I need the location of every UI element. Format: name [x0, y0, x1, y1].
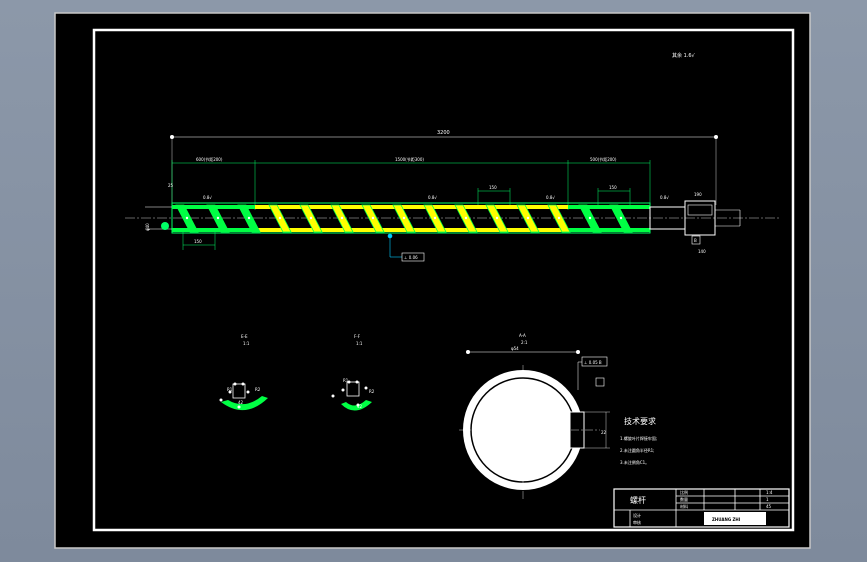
- flight-center-mark: [216, 216, 220, 220]
- cad-drawing-canvas: 其余 1.6√ 3200 600(节距200) 1500(节距300) 500(…: [54, 12, 811, 549]
- geom-tol-mid: ⊥ 0.06: [404, 255, 418, 260]
- title-row-label-2: 数量: [680, 496, 688, 502]
- roughness-left: 0.8√: [203, 195, 212, 200]
- flight-center-mark: [433, 216, 437, 220]
- pitch-right-label: 150: [609, 185, 617, 190]
- section-ff-title: F-F: [354, 334, 361, 339]
- section-ff-42: 42: [357, 404, 363, 409]
- tech-req-item-1: 1.螺旋叶片焊接牢固;: [620, 435, 657, 441]
- section-aa-title: A-A: [519, 333, 526, 338]
- shaft-dim-left: φ40: [145, 223, 150, 231]
- title-checker: 审核: [633, 519, 641, 525]
- title-row-value-1: 1:4: [766, 490, 773, 495]
- section-middle-label: 1500(节距300): [395, 157, 424, 162]
- section-left-label: 600(节距200): [196, 157, 223, 162]
- tech-req-item-3: 3.未注倒角C1。: [620, 459, 649, 465]
- tech-req-title: 技术要求: [624, 416, 656, 426]
- overall-length-label: 3200: [437, 130, 450, 136]
- dim-150-bottom: 150: [194, 239, 202, 244]
- flight-center-mark: [557, 216, 561, 220]
- section-ee-r2: R2: [255, 387, 261, 392]
- section-aa-dia: φ54: [511, 346, 519, 351]
- pitch-mid-label: 150: [489, 185, 497, 190]
- flight-center-mark: [278, 216, 282, 220]
- flight-center-mark: [185, 216, 189, 220]
- flight-center-mark: [619, 216, 623, 220]
- title-row-label-1: 比例: [680, 489, 688, 495]
- section-aa-tol: ⊥ 0.05 B: [584, 360, 602, 365]
- flight-center-mark: [402, 216, 406, 220]
- flight-center-mark: [371, 216, 375, 220]
- title-row-value-3: 45: [766, 504, 772, 509]
- dim-140-right: 140: [698, 249, 706, 254]
- section-ff-r2: R2: [369, 389, 375, 394]
- roughness-mid: 0.8√: [428, 195, 437, 200]
- section-aa-scale: 2:1: [521, 340, 528, 345]
- flight-center-mark: [247, 216, 251, 220]
- dim-left-small: 25: [168, 183, 174, 188]
- flight-center-mark: [495, 216, 499, 220]
- datum-b: B: [694, 238, 697, 243]
- flight-center-mark: [464, 216, 468, 220]
- flight-center-mark: [340, 216, 344, 220]
- title-part-name: 螺杆: [630, 495, 646, 505]
- roughness-right: 0.8√: [546, 195, 555, 200]
- flight-center-mark: [526, 216, 530, 220]
- section-ee-title: E-E: [241, 334, 248, 339]
- section-ff-scale: 1:1: [356, 341, 363, 346]
- title-company: ZHUANG ZHI: [712, 517, 741, 522]
- roughness-note: 其余 1.6√: [672, 52, 696, 59]
- section-ff-r1: R1: [343, 378, 349, 383]
- title-designer: 设计: [633, 512, 641, 518]
- section-ee-scale: 1:1: [243, 341, 250, 346]
- section-aa-key: 22: [601, 430, 607, 435]
- dim-190-right: 190: [694, 192, 702, 197]
- flight-center-mark: [309, 216, 313, 220]
- sheet-background: [54, 12, 811, 549]
- flight-center-mark: [588, 216, 592, 220]
- section-ee-42: 42: [238, 400, 244, 405]
- roughness-end: 0.8√: [660, 195, 669, 200]
- tech-req-item-2: 2.未注圆角半径R1;: [620, 447, 655, 453]
- section-right-label: 500(节距200): [590, 157, 617, 162]
- section-ee-r1: R1: [227, 387, 233, 392]
- title-row-label-3: 材料: [680, 503, 688, 509]
